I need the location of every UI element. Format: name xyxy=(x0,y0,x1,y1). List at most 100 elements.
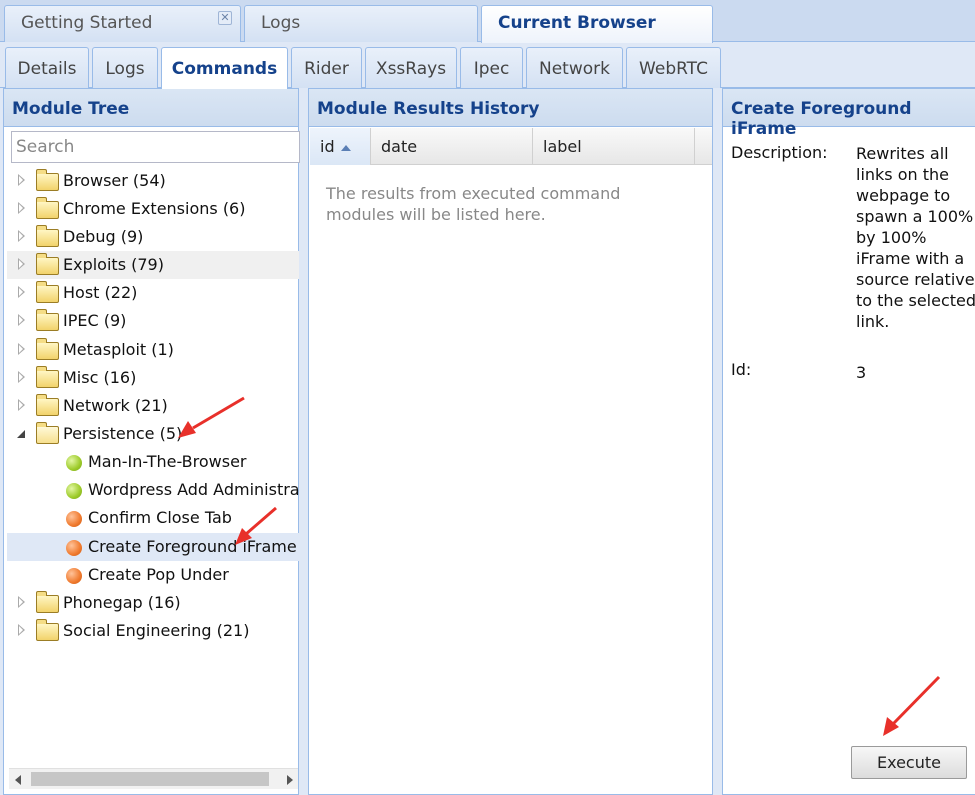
tree-item-label: Create Foreground iFrame xyxy=(88,537,297,556)
panel-title: Create Foreground iFrame xyxy=(723,89,975,139)
folder-icon xyxy=(36,338,59,360)
tree-item-browser[interactable]: Browser (54) xyxy=(7,167,299,195)
results-grid-header: id date label xyxy=(310,128,712,165)
expand-arrow-icon[interactable] xyxy=(18,399,25,411)
expand-arrow-icon[interactable] xyxy=(18,371,25,383)
expand-arrow-icon[interactable] xyxy=(18,230,25,242)
search-input[interactable] xyxy=(11,131,300,163)
tree-item-label: Network (21) xyxy=(63,396,168,415)
column-label: date xyxy=(381,137,418,156)
tree-item-label: Wordpress Add Administrator xyxy=(88,480,299,499)
sort-ascending-icon xyxy=(340,144,351,151)
empty-results-message: The results from executed command module… xyxy=(326,184,621,224)
column-header-date[interactable]: date xyxy=(371,128,533,165)
horizontal-scrollbar[interactable] xyxy=(9,768,298,789)
description-value: Rewrites all links on the webpage to spa… xyxy=(856,144,975,331)
tab-label: Logs xyxy=(261,13,301,33)
execute-button[interactable]: Execute xyxy=(851,746,967,779)
tab-details[interactable]: Details xyxy=(5,47,89,88)
scroll-left-icon[interactable] xyxy=(15,775,21,785)
status-orange-icon xyxy=(66,540,82,556)
tree-item-network[interactable]: Network (21) xyxy=(7,392,299,420)
tree-item-host[interactable]: Host (22) xyxy=(7,279,299,307)
expand-arrow-icon[interactable] xyxy=(18,202,25,214)
tree-item-chrome-extensions[interactable]: Chrome Extensions (6) xyxy=(7,195,299,223)
tree-item-label: Man-In-The-Browser xyxy=(88,452,247,471)
tab-logs-sub[interactable]: Logs xyxy=(92,47,158,88)
folder-icon xyxy=(36,309,59,331)
collapse-arrow-icon[interactable] xyxy=(17,430,25,438)
tab-logs[interactable]: Logs xyxy=(244,5,478,42)
tree-item-label: Confirm Close Tab xyxy=(88,508,232,527)
folder-icon xyxy=(36,366,59,388)
tab-label: Network xyxy=(539,59,610,79)
tab-label: Logs xyxy=(105,59,145,79)
column-header-id[interactable]: id xyxy=(310,128,371,165)
tree-item-label: Misc (16) xyxy=(63,368,137,387)
top-tab-strip: Getting Started ✕ Logs Current Browser xyxy=(0,0,975,43)
tab-network[interactable]: Network xyxy=(526,47,623,88)
id-value: 3 xyxy=(856,363,867,382)
sub-tab-strip: Details Logs Commands Rider XssRays Ipec… xyxy=(0,42,975,89)
module-results-panel: Module Results History id date label The… xyxy=(308,88,713,795)
status-green-icon xyxy=(66,455,82,471)
tree-item-exploits[interactable]: Exploits (79) xyxy=(7,251,299,279)
tree-item-persistence[interactable]: Persistence (5) xyxy=(7,420,299,448)
tree-item-misc[interactable]: Misc (16) xyxy=(7,364,299,392)
tree-leaf-confirm-close-tab[interactable]: Confirm Close Tab xyxy=(7,504,299,532)
tree-item-ipec[interactable]: IPEC (9) xyxy=(7,307,299,335)
tab-getting-started[interactable]: Getting Started ✕ xyxy=(4,5,241,42)
tab-xssrays[interactable]: XssRays xyxy=(365,47,457,88)
status-orange-icon xyxy=(66,568,82,584)
tree-item-phonegap[interactable]: Phonegap (16) xyxy=(7,589,299,617)
tab-webrtc[interactable]: WebRTC xyxy=(626,47,721,88)
status-green-icon xyxy=(66,483,82,499)
tree-leaf-create-pop-under[interactable]: Create Pop Under xyxy=(7,561,299,589)
tree-item-metasploit[interactable]: Metasploit (1) xyxy=(7,336,299,364)
expand-arrow-icon[interactable] xyxy=(18,314,25,326)
tree-item-label: Host (22) xyxy=(63,283,138,302)
tree-leaf-create-foreground-iframe[interactable]: Create Foreground iFrame xyxy=(7,533,299,561)
tree-item-label: Browser (54) xyxy=(63,171,166,190)
folder-open-icon xyxy=(36,422,59,444)
expand-arrow-icon[interactable] xyxy=(18,286,25,298)
expand-arrow-icon[interactable] xyxy=(18,174,25,186)
tab-label: Current Browser xyxy=(498,13,656,33)
column-label: id xyxy=(320,137,335,156)
tree-item-label: Create Pop Under xyxy=(88,565,229,584)
tab-label: Getting Started xyxy=(21,13,153,33)
tree-item-label: Metasploit (1) xyxy=(63,340,174,359)
scrollbar-thumb[interactable] xyxy=(31,772,269,786)
module-tree-panel: Module Tree Browser (54) Chrome Extensio… xyxy=(3,88,300,795)
column-header-label[interactable]: label xyxy=(533,128,695,165)
expand-arrow-icon[interactable] xyxy=(18,343,25,355)
tree-item-debug[interactable]: Debug (9) xyxy=(7,223,299,251)
expand-arrow-icon[interactable] xyxy=(18,596,25,608)
tab-rider[interactable]: Rider xyxy=(291,47,362,88)
scroll-right-icon[interactable] xyxy=(287,775,293,785)
folder-icon xyxy=(36,225,59,247)
tree-leaf-wordpress-add-administrator[interactable]: Wordpress Add Administrator xyxy=(7,476,299,504)
tab-label: Ipec xyxy=(473,59,510,79)
tree-item-social-engineering[interactable]: Social Engineering (21) xyxy=(7,617,299,645)
tab-current-browser[interactable]: Current Browser xyxy=(481,5,713,43)
description-label: Description: xyxy=(731,143,828,162)
expand-arrow-icon[interactable] xyxy=(18,624,25,636)
folder-icon xyxy=(36,197,59,219)
folder-icon xyxy=(36,394,59,416)
folder-icon xyxy=(36,619,59,641)
tree-item-label: Debug (9) xyxy=(63,227,144,246)
close-icon[interactable]: ✕ xyxy=(218,11,232,25)
panel-title: Module Results History xyxy=(309,89,712,127)
panel-title: Module Tree xyxy=(4,89,298,127)
tab-label: XssRays xyxy=(375,59,447,79)
expand-arrow-icon[interactable] xyxy=(18,258,25,270)
tree-leaf-man-in-the-browser[interactable]: Man-In-The-Browser xyxy=(7,448,299,476)
tree-item-label: Social Engineering (21) xyxy=(63,621,250,640)
tab-ipec[interactable]: Ipec xyxy=(460,47,523,88)
tab-label: WebRTC xyxy=(639,59,708,79)
tab-commands[interactable]: Commands xyxy=(161,47,288,89)
folder-icon xyxy=(36,253,59,275)
status-orange-icon xyxy=(66,511,82,527)
tree-item-label: Persistence (5) xyxy=(63,424,183,443)
